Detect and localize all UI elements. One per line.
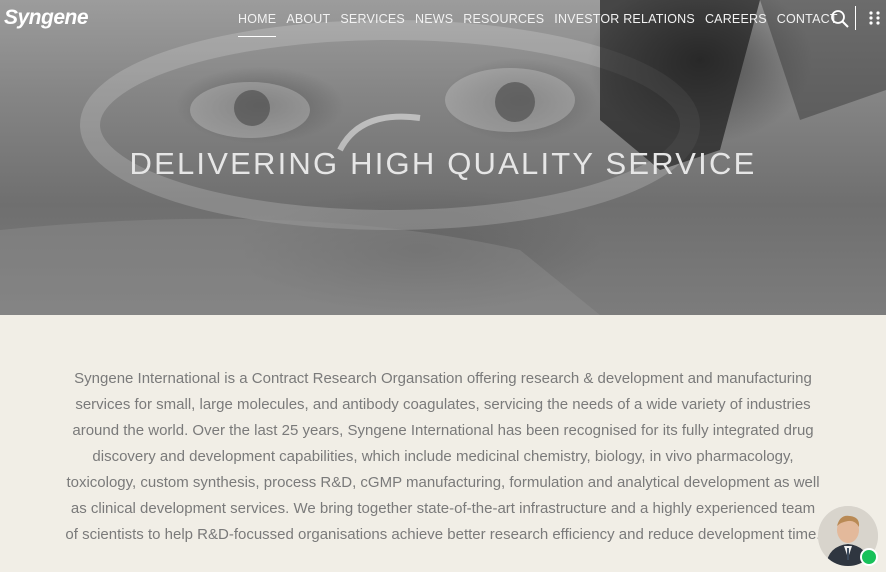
main-nav: HOME ABOUT SERVICES NEWS RESOURCES INVES…: [233, 11, 843, 37]
online-status-indicator: [860, 548, 878, 566]
nav-item-investor-relations[interactable]: INVESTOR RELATIONS: [549, 11, 700, 37]
intro-paragraph: Syngene International is a Contract Rese…: [65, 370, 821, 543]
search-icon[interactable]: [830, 9, 850, 29]
nav-item-home[interactable]: HOME: [233, 11, 281, 37]
nav-divider: [855, 6, 856, 30]
nav-item-resources[interactable]: RESOURCES: [458, 11, 549, 37]
syngene-logo[interactable]: Syngene: [4, 6, 89, 30]
nav-item-about[interactable]: ABOUT: [281, 11, 335, 37]
hero-title: DELIVERING HIGH QUALITY SERVICE: [129, 146, 757, 181]
nav-item-services[interactable]: SERVICES: [335, 11, 410, 37]
nav-item-news[interactable]: NEWS: [410, 11, 458, 37]
grid-dots-icon[interactable]: [868, 11, 882, 25]
nav-item-careers[interactable]: CAREERS: [700, 11, 772, 37]
